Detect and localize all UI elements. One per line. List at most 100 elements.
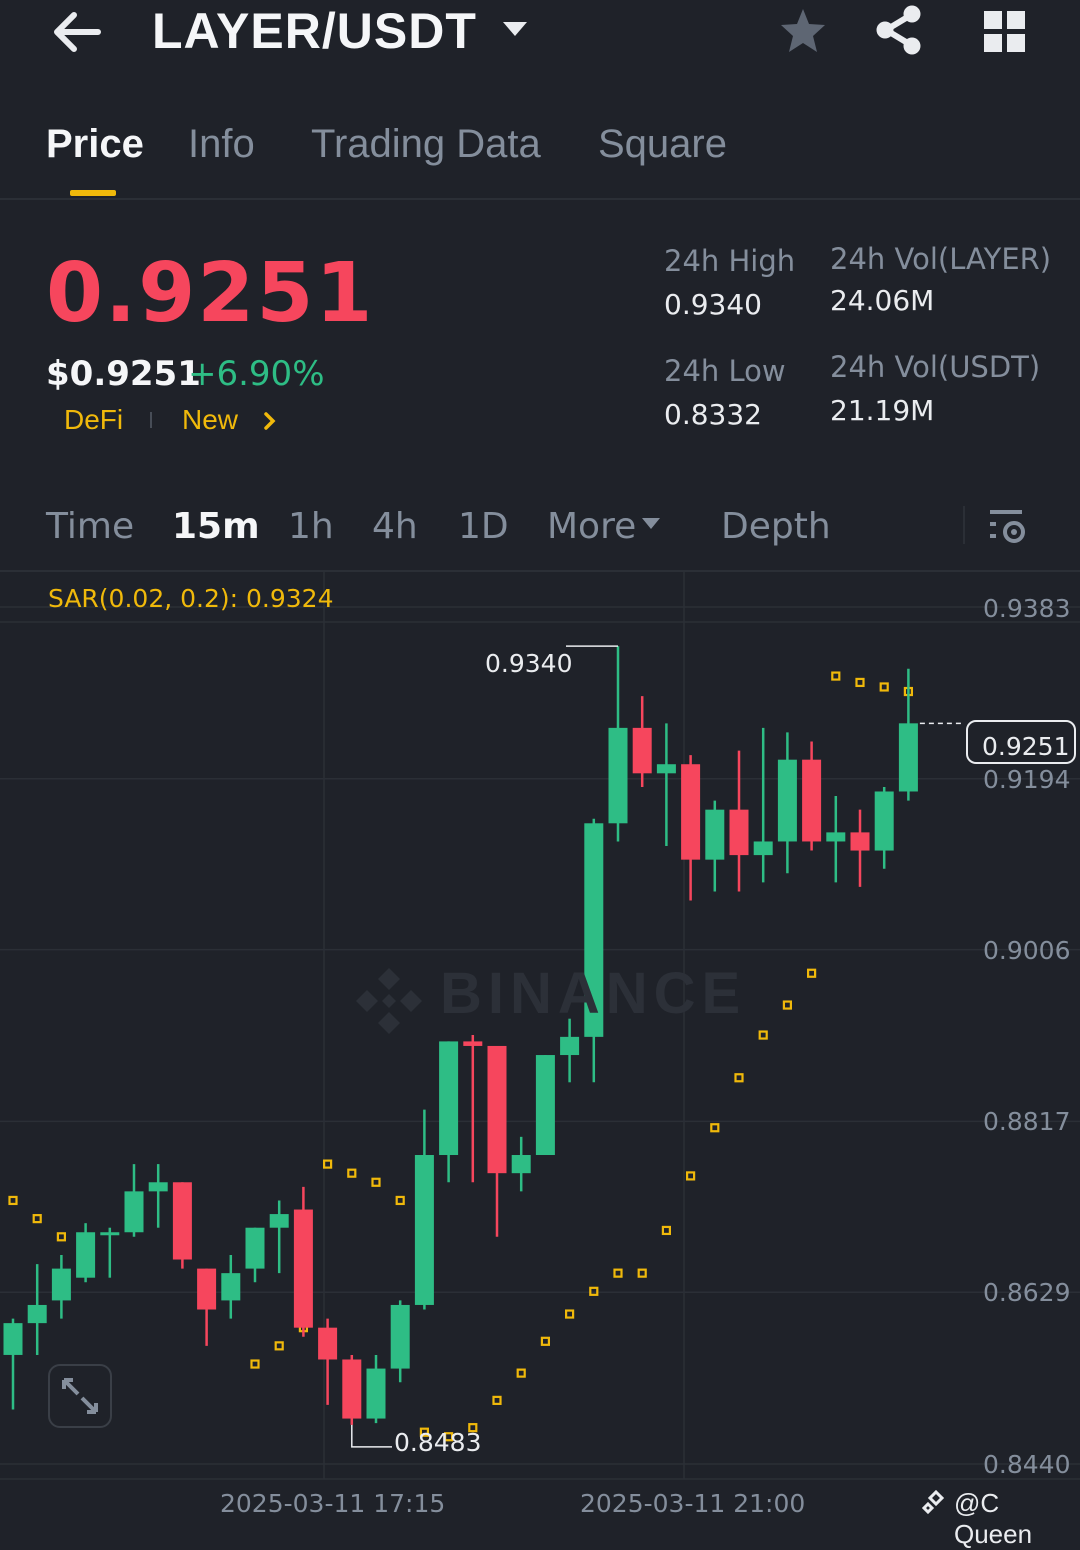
candle-body (511, 1155, 531, 1174)
trading-pair-title[interactable]: LAYER/USDT (152, 2, 477, 60)
candle-body (269, 1214, 289, 1228)
y-tick-label: 0.9006 (983, 936, 1071, 965)
candle-body (705, 809, 725, 860)
candle-body (342, 1359, 362, 1419)
candle-body (681, 764, 701, 860)
sar-dot (371, 1177, 381, 1187)
fullscreen-button[interactable] (48, 1364, 112, 1428)
current-price-value: 0.9251 (982, 732, 1070, 761)
star-icon[interactable] (778, 6, 828, 56)
candle-body (245, 1227, 265, 1269)
sar-dot (540, 1336, 551, 1346)
interval-4h[interactable]: 4h (372, 506, 418, 547)
interval-separator (963, 506, 965, 544)
interval-time[interactable]: Time (46, 506, 134, 547)
usd-price: $0.9251 (46, 354, 201, 394)
interval-depth[interactable]: Depth (721, 506, 831, 547)
candle-body (463, 1041, 483, 1046)
x-tick-label: 2025-03-11 17:15 (220, 1489, 446, 1518)
sar-dot (564, 1309, 575, 1319)
y-tick-label: 0.9194 (983, 765, 1071, 794)
candle-body (293, 1209, 313, 1328)
sar-dot (492, 1395, 502, 1405)
vol-base-label: 24h Vol(LAYER) (830, 242, 1052, 276)
credit-label: @C Queen (954, 1488, 1033, 1549)
sar-dot (347, 1168, 357, 1178)
y-tick-label: 0.8817 (983, 1107, 1071, 1136)
candle-body (439, 1041, 459, 1156)
sar-dot (758, 1030, 768, 1040)
interval-15m[interactable]: 15m (172, 506, 260, 547)
tag-defi[interactable]: DeFi (64, 404, 123, 436)
tab-trading-data[interactable]: Trading Data (311, 122, 541, 167)
candle-body (100, 1232, 120, 1236)
interval-more[interactable]: More (547, 506, 636, 547)
sar-series (8, 671, 914, 1442)
tab-price[interactable]: Price (46, 122, 144, 167)
high-marker-label: 0.9340 (485, 649, 573, 678)
last-price: 0.9251 (46, 246, 375, 341)
interval-1h[interactable]: 1h (288, 506, 334, 547)
candle-body (3, 1323, 23, 1355)
vol-base-value: 24.06M (830, 284, 935, 317)
candle-body (51, 1268, 71, 1301)
y-tick-label: 0.8629 (983, 1278, 1071, 1307)
candle-body (197, 1268, 217, 1310)
share-icon[interactable] (874, 4, 924, 56)
sar-dot (613, 1268, 623, 1278)
sar-dot (685, 1171, 696, 1181)
candle-body (76, 1232, 96, 1278)
candle-body (850, 832, 870, 851)
price-change-percent: +6.90% (188, 354, 325, 394)
candle-series (3, 646, 918, 1425)
interval-1d[interactable]: 1D (458, 506, 509, 547)
candle-body (632, 727, 652, 774)
sar-dot (516, 1368, 526, 1378)
chart-settings-icon[interactable] (988, 506, 1028, 546)
vol-quote-value: 21.19M (830, 394, 935, 427)
sar-dot (274, 1341, 284, 1351)
sar-dot (734, 1073, 744, 1083)
sar-dot (250, 1359, 260, 1369)
tabs-divider (0, 198, 1080, 200)
grid-icon[interactable] (982, 10, 1028, 54)
binance-logo-small-icon (922, 1490, 945, 1515)
y-tick-label: 0.8440 (983, 1450, 1071, 1479)
caret-down-icon[interactable] (500, 18, 530, 40)
candle-body (753, 841, 773, 856)
sar-dot (589, 1286, 599, 1296)
candle-body (390, 1304, 410, 1369)
tab-info[interactable]: Info (188, 122, 255, 167)
sar-dot (806, 968, 817, 978)
low-marker-line (351, 1424, 392, 1448)
chevron-right-icon[interactable] (262, 410, 278, 432)
high-label: 24h High (664, 244, 796, 278)
back-arrow-icon[interactable] (50, 8, 104, 56)
candle-body (729, 809, 749, 856)
candle-body (535, 1055, 555, 1156)
low-marker-label: 0.8483 (394, 1428, 482, 1457)
candle-body (366, 1368, 386, 1419)
candle-body (414, 1155, 434, 1305)
sar-dot (8, 1195, 18, 1206)
candlestick-chart[interactable] (0, 572, 1080, 1527)
sar-dot (32, 1214, 42, 1224)
sar-dot (879, 682, 889, 692)
sar-indicator-label: SAR(0.02, 0.2): 0.9324 (48, 584, 334, 613)
more-caret-icon[interactable] (640, 516, 662, 532)
x-tick-label: 2025-03-11 21:00 (580, 1489, 806, 1518)
tag-new[interactable]: New (182, 404, 238, 436)
candle-body (656, 764, 676, 774)
sar-dot (323, 1159, 333, 1169)
high-value: 0.9340 (664, 288, 762, 321)
candle-body (318, 1327, 338, 1360)
candle-body (898, 723, 918, 792)
candle-body (221, 1273, 241, 1301)
binance-watermark: BINANCE (440, 961, 747, 1026)
tag-separator (150, 412, 152, 428)
sar-dot (637, 1268, 647, 1278)
tab-square[interactable]: Square (598, 122, 727, 167)
candle-body (487, 1045, 507, 1174)
candle-body (826, 832, 846, 842)
candle-body (874, 791, 894, 851)
